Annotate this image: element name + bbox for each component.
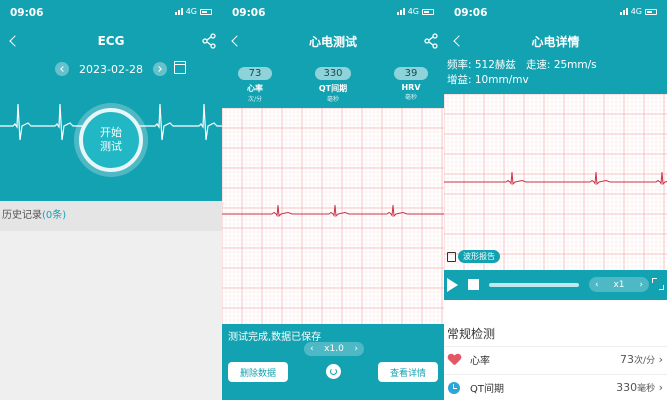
paper-speed-text: 走速: 25mm/s: [525, 59, 597, 71]
battery-icon: [645, 8, 657, 15]
history-record-header[interactable]: 历史记录(0条): [0, 201, 222, 231]
qt-interval-number: 330: [616, 381, 638, 394]
speed-value: x1: [613, 279, 625, 290]
qt-interval-value: 330: [315, 67, 351, 80]
delete-data-button[interactable]: 删除数据: [228, 362, 288, 382]
network-label: 4G: [407, 7, 419, 16]
recording-parameters: 频率: 512赫兹 走速: 25mm/s 增益: 10mm/mv: [444, 56, 667, 94]
calendar-icon[interactable]: [174, 61, 186, 74]
speed-value: x1.0: [324, 344, 344, 354]
qt-interval-stat: 330 QT间期 毫秒: [303, 61, 363, 103]
date-label[interactable]: 2023-02-28: [79, 63, 143, 76]
fullscreen-icon[interactable]: [652, 278, 664, 290]
hrv-unit: 毫秒: [404, 94, 417, 101]
hrv-value: 39: [394, 67, 428, 80]
status-time: 09:06: [10, 7, 44, 19]
network-label: 4G: [185, 7, 197, 16]
heart-rate-row[interactable]: 心率 73次/分 ›: [444, 346, 667, 372]
status-bar: 09:06 4G: [444, 0, 667, 26]
routine-check-title: 常规检测: [447, 327, 496, 341]
battery-icon: [422, 8, 434, 15]
status-icons: 4G: [619, 7, 657, 16]
screenshot-collage: 09:06 4G ECG 2023-02-28 开始 测试 历史记录(0条) 0…: [0, 0, 667, 400]
status-bar: 09:06 4G: [0, 0, 222, 26]
heart-rate-stat: 73 心率 次/分: [225, 61, 285, 103]
heart-rate-label: 心率: [247, 84, 263, 93]
stop-icon[interactable]: [468, 279, 479, 290]
status-time: 09:06: [454, 7, 488, 19]
heart-icon: [448, 354, 461, 366]
playback-controls: ‹ x1 ›: [444, 270, 667, 300]
saved-message: 测试完成,数据已保存: [228, 332, 322, 343]
signal-icon: [174, 8, 183, 15]
view-details-button[interactable]: 查看详情: [378, 362, 438, 382]
test-results-header: 73 心率 次/分 330 QT间期 毫秒 39 HRV 毫秒: [222, 56, 444, 108]
document-icon: [447, 251, 456, 262]
nav-bar: 心电测试: [222, 26, 444, 56]
metric-value: 330毫秒 ›: [616, 381, 663, 394]
metric-name: 心率: [470, 356, 490, 367]
ecg-test-screen: 09:06 4G 心电测试 73 心率 次/分 330 QT间期 毫秒 39 H…: [222, 0, 444, 400]
page-title: ECG: [97, 34, 125, 48]
history-count: (0条): [42, 210, 67, 221]
qt-interval-label: QT间期: [318, 84, 348, 93]
waveform-report-label: 波形报告: [458, 250, 500, 263]
status-icons: 4G: [174, 7, 212, 16]
playback-speed-control[interactable]: ‹ x1 ›: [589, 277, 649, 292]
speed-increase-icon[interactable]: ›: [639, 280, 643, 290]
back-icon[interactable]: [6, 31, 24, 51]
start-button-line2: 测试: [100, 140, 122, 153]
heart-rate-unit: 次/分: [247, 96, 263, 103]
replay-icon[interactable]: [326, 364, 341, 379]
ecg-start-area: 2023-02-28 开始 测试: [0, 56, 222, 201]
speed-increase-icon[interactable]: ›: [354, 344, 358, 354]
battery-icon: [200, 8, 212, 15]
status-bar: 09:06 4G: [222, 0, 444, 26]
qt-interval-unit: 毫秒: [637, 384, 656, 394]
date-selector: 2023-02-28: [0, 62, 222, 76]
page-title: 心电详情: [531, 34, 580, 49]
share-icon[interactable]: [422, 31, 440, 51]
gain-text: 增益: 10mm/mv: [447, 74, 529, 86]
network-label: 4G: [630, 7, 642, 16]
metric-name: QT间期: [470, 384, 504, 395]
heart-rate-value: 73: [238, 67, 272, 80]
frequency-text: 频率: 512赫兹: [447, 59, 516, 71]
back-icon[interactable]: [228, 31, 246, 51]
previous-date-button[interactable]: [55, 62, 70, 76]
status-icons: 4G: [396, 7, 434, 16]
ecg-waveform-chart: [222, 108, 444, 324]
start-button-line1: 开始: [100, 126, 122, 139]
metric-value: 73次/分 ›: [620, 353, 663, 366]
nav-bar: ECG: [0, 26, 222, 56]
signal-icon: [619, 8, 628, 15]
ecg-detail-waveform: [444, 94, 667, 270]
status-time: 09:06: [232, 7, 266, 19]
clock-icon: [448, 381, 460, 394]
back-icon[interactable]: [450, 31, 468, 51]
share-icon[interactable]: [200, 31, 218, 51]
heart-rate-unit: 次/分: [634, 356, 656, 366]
page-title: 心电测试: [308, 34, 357, 49]
qt-interval-row[interactable]: QT间期 330毫秒 ›: [444, 374, 667, 400]
heart-rate-number: 73: [620, 353, 635, 366]
hrv-label: HRV: [401, 83, 421, 92]
speed-decrease-icon[interactable]: ‹: [310, 344, 314, 354]
qt-interval-unit: 毫秒: [326, 96, 339, 103]
ecg-home-screen: 09:06 4G ECG 2023-02-28 开始 测试 历史记录(0条): [0, 0, 222, 400]
speed-decrease-icon[interactable]: ‹: [595, 280, 599, 290]
playback-progress-bar[interactable]: [489, 283, 579, 287]
signal-icon: [396, 8, 405, 15]
hrv-stat: 39 HRV 毫秒: [381, 61, 441, 101]
history-label: 历史记录: [2, 210, 42, 221]
start-test-button[interactable]: 开始 测试: [79, 108, 143, 172]
ecg-detail-screen: 09:06 4G 心电详情 频率: 512赫兹 走速: 25mm/s 增益: 1…: [444, 0, 667, 400]
next-date-button[interactable]: [152, 62, 167, 76]
waveform-report-tag[interactable]: 波形报告: [447, 250, 500, 263]
nav-bar: 心电详情: [444, 26, 667, 56]
test-complete-panel: 测试完成,数据已保存 ‹ x1.0 › 删除数据 查看详情: [222, 324, 444, 400]
play-icon[interactable]: [447, 278, 458, 292]
playback-speed-control[interactable]: ‹ x1.0 ›: [304, 342, 364, 356]
